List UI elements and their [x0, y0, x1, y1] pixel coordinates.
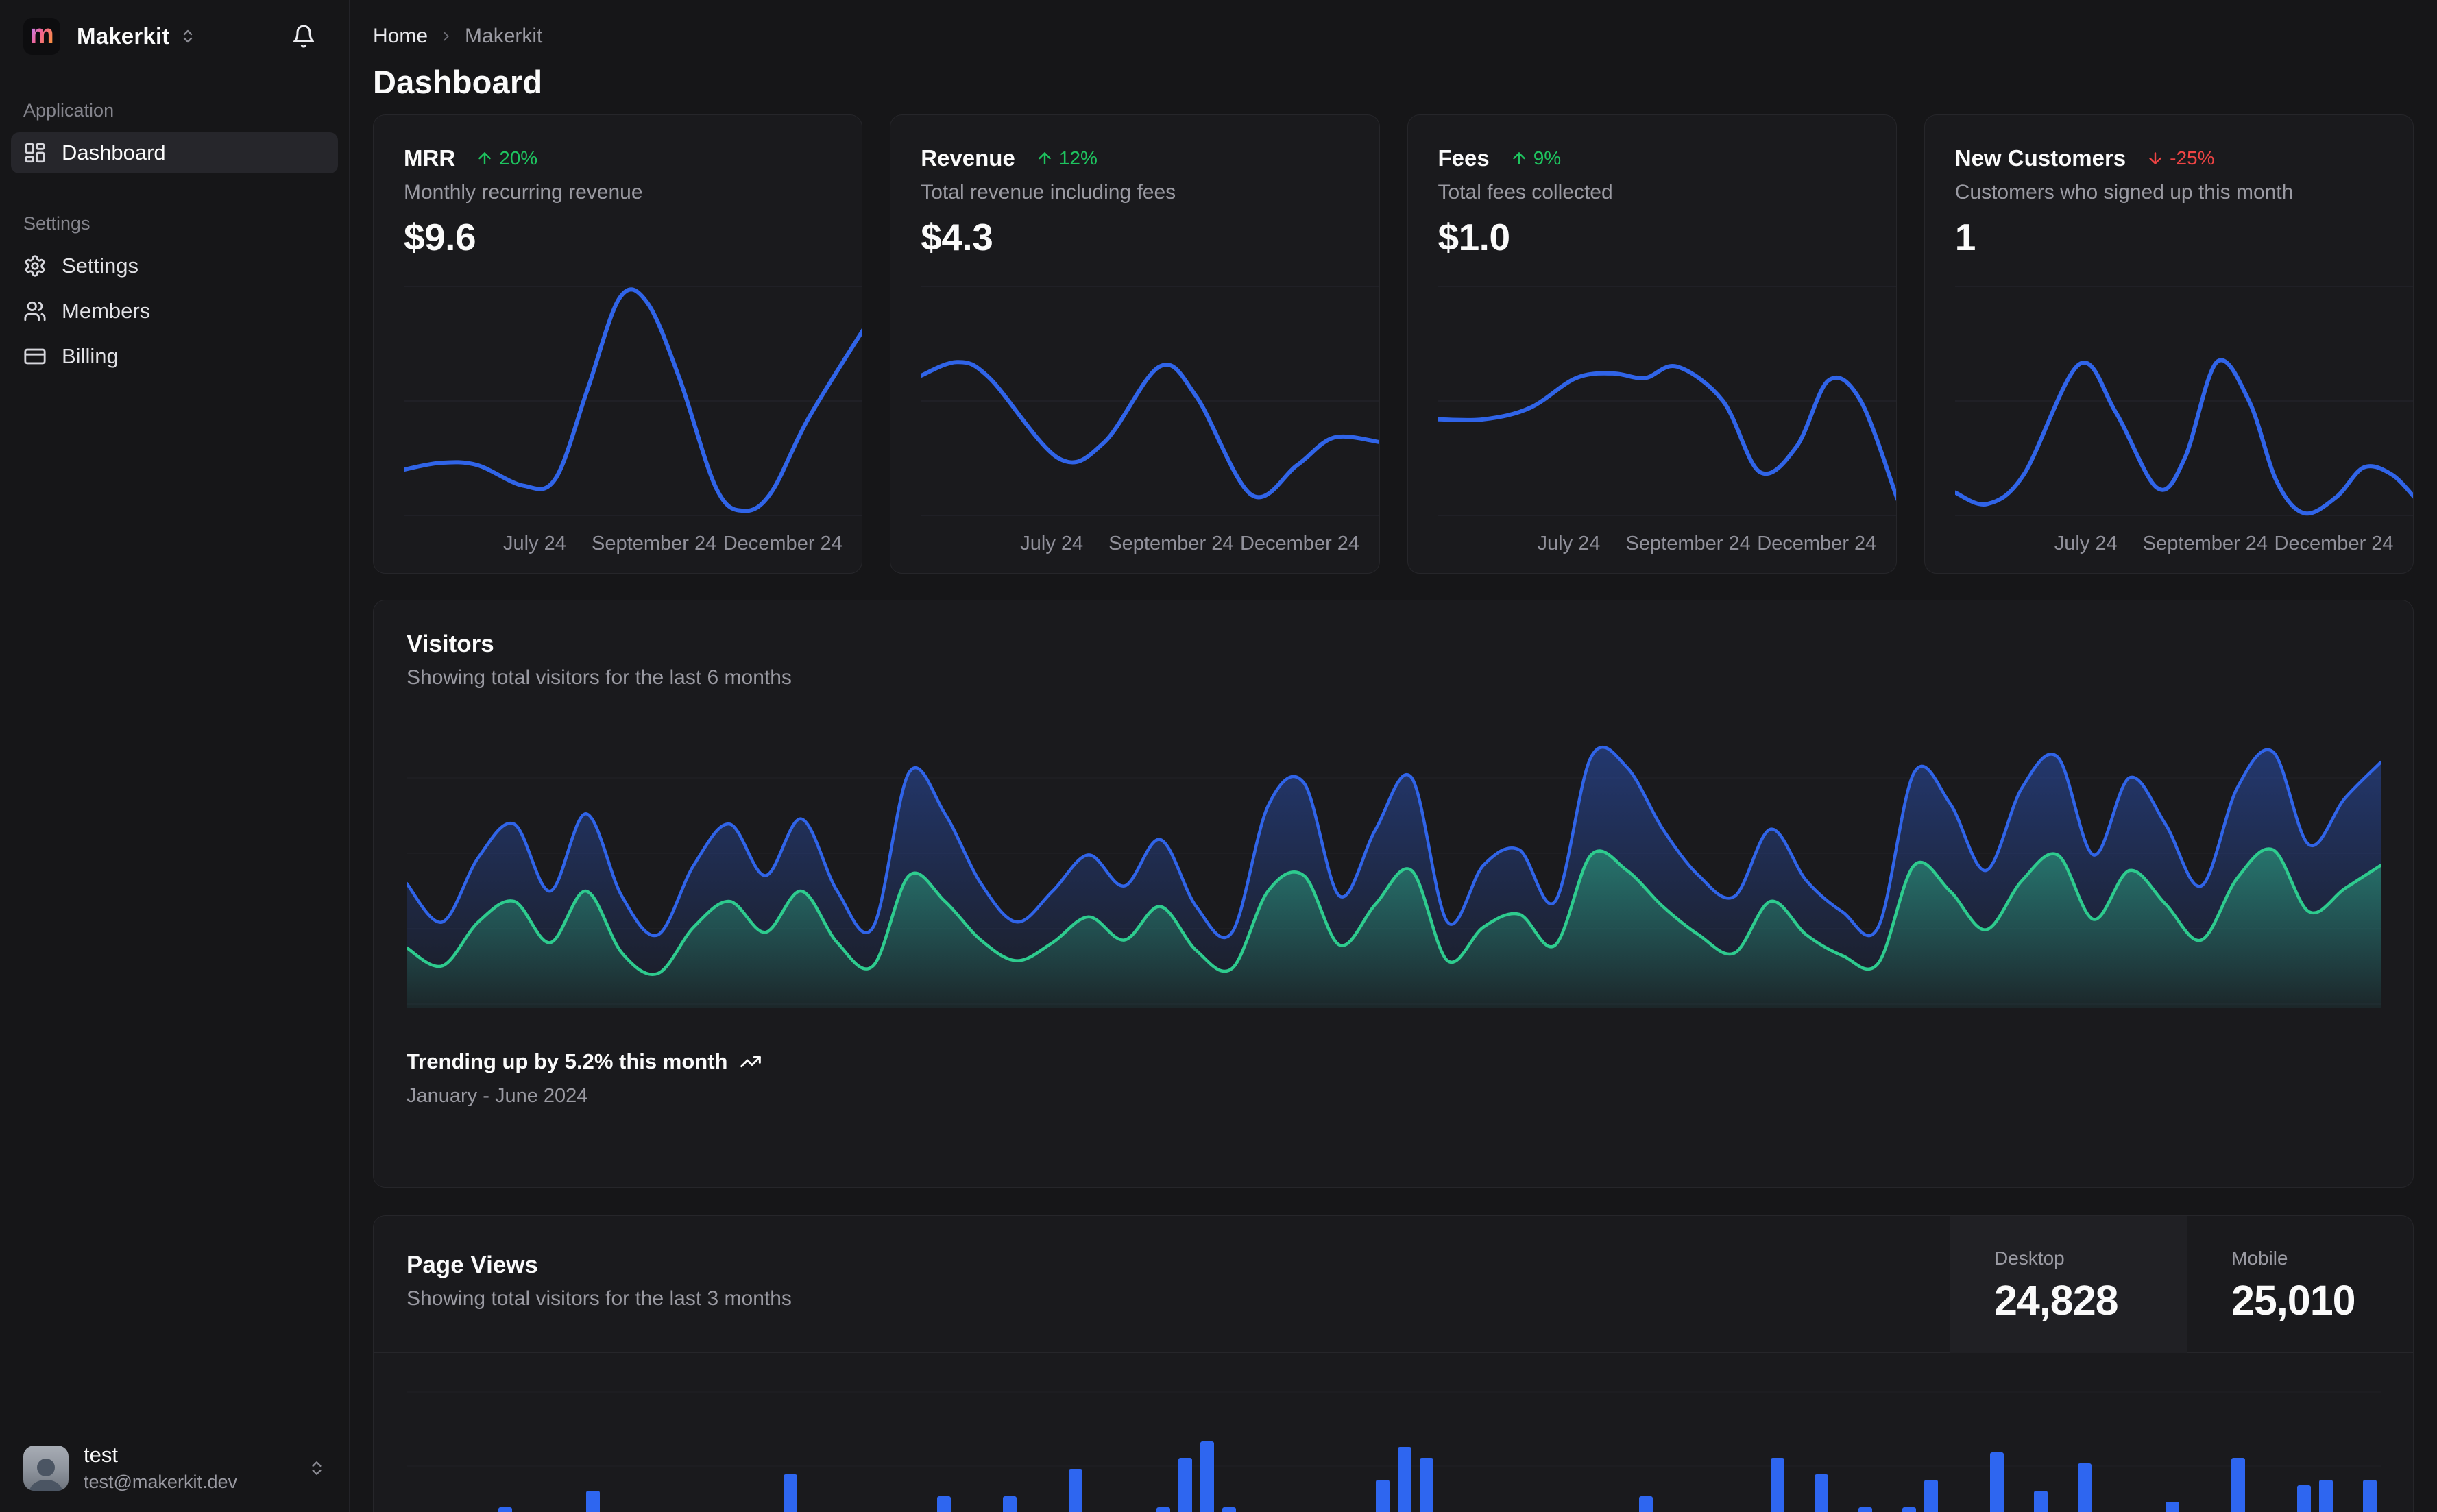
main-content: Home Makerkit Dashboard MRR 20% Monthly …: [350, 0, 2437, 1512]
stat-subtitle: Customers who signed up this month: [1954, 181, 2294, 204]
sidebar-item-label: Members: [62, 299, 151, 323]
desktop-total: 24,828: [1994, 1277, 2119, 1324]
sidebar: m Makerkit Application Dashboard Setting…: [0, 0, 350, 1512]
sidebar-item-label: Settings: [62, 254, 139, 278]
arrow-up-icon: [1512, 152, 1525, 164]
sidebar-item-label: Dashboard: [62, 141, 166, 164]
stat-title: Fees: [1438, 145, 1490, 171]
tab-mobile[interactable]: Mobile 25,010: [2187, 1216, 2413, 1353]
gear-icon: [23, 254, 47, 278]
stat-title: New Customers: [1954, 145, 2126, 171]
stat-card-fees: Fees 9% Total fees collected $1.0 July 2…: [1407, 114, 1897, 574]
stat-title: MRR: [404, 145, 456, 171]
chevrons-up-down-icon[interactable]: [308, 1459, 326, 1477]
x-axis-labels: July 24 September 24 December 24: [1537, 533, 1877, 554]
date-range-label: January - June 2024: [407, 1085, 588, 1107]
stat-card-mrr: MRR 20% Monthly recurring revenue $9.6 J…: [373, 114, 863, 574]
sidebar-item-billing[interactable]: Billing: [11, 336, 338, 377]
fees-sparkline-chart: [1435, 286, 1896, 516]
section-label-application: Application: [23, 100, 114, 121]
stat-delta-badge: 20%: [476, 147, 537, 169]
workspace-name[interactable]: Makerkit: [77, 23, 170, 49]
mrr-sparkline-chart: [402, 286, 862, 516]
stat-delta-badge: 9%: [1510, 147, 1561, 169]
stat-subtitle: Total revenue including fees: [921, 181, 1176, 204]
section-label-settings: Settings: [23, 213, 90, 234]
stat-delta-badge: -25%: [2146, 147, 2215, 169]
chevrons-up-down-icon[interactable]: [180, 28, 196, 45]
page-views-bar-chart: [407, 1391, 2381, 1512]
mobile-total: 25,010: [2231, 1277, 2356, 1324]
credit-card-icon: [23, 345, 47, 368]
stat-subtitle: Monthly recurring revenue: [404, 181, 643, 204]
tab-desktop[interactable]: Desktop 24,828: [1950, 1216, 2187, 1353]
trend-text: Trending up by 5.2% this month: [407, 1049, 728, 1073]
sidebar-item-settings[interactable]: Settings: [11, 245, 338, 286]
visitors-title: Visitors: [407, 631, 494, 657]
arrow-up-icon: [1039, 152, 1051, 164]
logo-letter: m: [29, 19, 54, 49]
bell-icon[interactable]: [291, 24, 316, 49]
users-icon: [23, 300, 47, 323]
stat-card-new-customers: New Customers -25% Customers who signed …: [1924, 114, 2414, 574]
stat-delta-badge: 12%: [1036, 147, 1098, 169]
stat-value: $1.0: [1438, 216, 1511, 258]
x-axis-labels: July 24 September 24 December 24: [502, 533, 842, 554]
page-title: Dashboard: [373, 64, 543, 100]
stat-value: $4.3: [921, 216, 993, 258]
breadcrumb-current: Makerkit: [465, 25, 543, 47]
sidebar-item-label: Billing: [62, 344, 119, 368]
trending-up-icon: [740, 1051, 762, 1073]
dashboard-icon: [23, 141, 47, 164]
stat-value: 1: [1954, 216, 1976, 258]
avatar: [23, 1445, 69, 1491]
visitors-subtitle: Showing total visitors for the last 6 mo…: [407, 666, 792, 689]
workspace-row: m Makerkit: [11, 0, 338, 55]
sidebar-item-members[interactable]: Members: [11, 291, 338, 332]
stat-title: Revenue: [921, 145, 1015, 171]
sidebar-item-dashboard[interactable]: Dashboard: [11, 132, 338, 173]
revenue-sparkline-chart: [919, 286, 1379, 516]
x-axis-labels: July 24 September 24 December 24: [2054, 533, 2394, 554]
arrow-down-icon: [2149, 152, 2161, 164]
chevron-right-icon: [439, 29, 454, 44]
stat-value: $9.6: [404, 216, 476, 258]
x-axis-labels: July 24 September 24 December 24: [1020, 533, 1360, 554]
stat-subtitle: Total fees collected: [1438, 181, 1613, 204]
customers-sparkline-chart: [1952, 286, 2413, 516]
page-views-card: Page Views Showing total visitors for th…: [373, 1215, 2414, 1512]
breadcrumb-home[interactable]: Home: [373, 25, 428, 48]
visitors-card: Visitors Showing total visitors for the …: [373, 600, 2414, 1188]
stats-grid: MRR 20% Monthly recurring revenue $9.6 J…: [373, 114, 2414, 574]
user-email: test@makerkit.dev: [84, 1472, 237, 1492]
breadcrumb: Home Makerkit: [373, 25, 2414, 48]
makerkit-logo[interactable]: m: [23, 18, 60, 55]
stat-card-revenue: Revenue 12% Total revenue including fees…: [890, 114, 1380, 574]
user-name: test: [84, 1443, 118, 1467]
user-menu[interactable]: test test@makerkit.dev: [11, 1436, 338, 1500]
arrow-up-icon: [478, 152, 491, 164]
visitors-area-chart: [404, 745, 2383, 1008]
